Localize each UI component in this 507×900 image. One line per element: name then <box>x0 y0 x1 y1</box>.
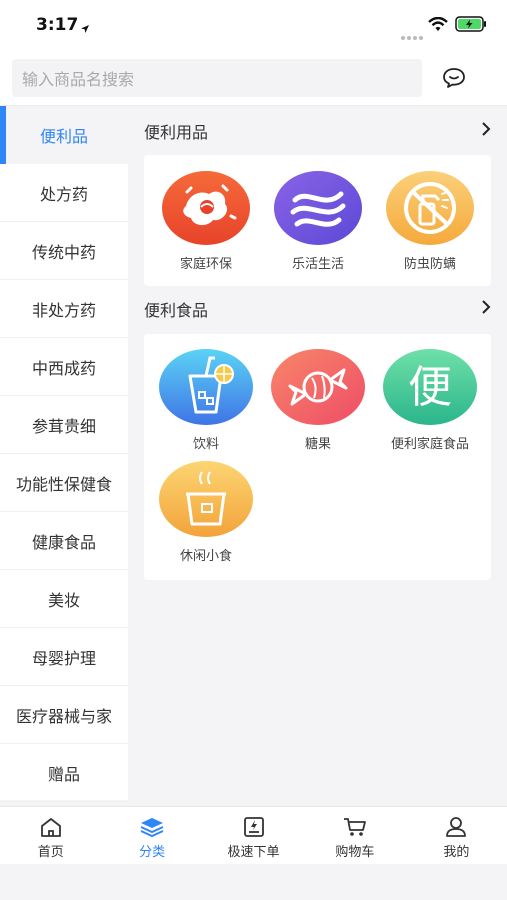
tile-label: 饮料 <box>192 437 219 452</box>
bottom-tab-bar: 首页 分类 极速下单 购物车 我的 <box>0 806 507 864</box>
category-stack-icon <box>140 818 164 838</box>
category-sidebar: 便利品 处方药 传统中药 非处方药 中西成药 参茸贵细 功能性保健食 健康食品 … <box>0 106 128 802</box>
sidebar-item-patent-medicine[interactable]: 中西成药 <box>0 338 128 396</box>
sidebar-item-health-food[interactable]: 健康食品 <box>0 512 128 570</box>
candy-icon <box>271 349 365 425</box>
tab-label: 分类 <box>139 845 166 860</box>
tab-home[interactable]: 首页 <box>0 807 101 864</box>
convenience-char-icon: 便 <box>383 349 477 425</box>
battery-charging-icon <box>455 16 487 36</box>
tile-drinks[interactable]: 饮料 <box>150 348 262 452</box>
tile-label: 家庭环保 <box>179 257 232 272</box>
signal-dots-icon <box>400 26 424 45</box>
sidebar-item-ginseng-velvet[interactable]: 参茸贵细 <box>0 396 128 454</box>
sidebar-item-beauty[interactable]: 美妆 <box>0 570 128 628</box>
wifi-icon <box>428 16 448 36</box>
section-title: 便利食品 <box>144 301 209 320</box>
section-header-convenience-food[interactable]: 便利食品 <box>144 294 491 324</box>
section-card-convenience-goods: 家庭环保 乐活生活 防虫防螨 <box>144 155 491 286</box>
home-icon <box>40 818 61 837</box>
profile-icon <box>446 817 467 837</box>
sidebar-item-label: 处方药 <box>39 184 88 204</box>
sidebar-item-functional-health-food[interactable]: 功能性保健食 <box>0 454 128 512</box>
tile-label: 乐活生活 <box>291 257 344 272</box>
tab-label: 极速下单 <box>227 845 280 860</box>
tile-label: 便利家庭食品 <box>390 437 469 452</box>
sidebar-item-label: 功能性保健食 <box>15 474 112 494</box>
search-input[interactable]: 输入商品名搜索 <box>12 59 422 97</box>
chevron-right-icon <box>481 121 491 141</box>
status-bar: 3:17 <box>0 0 507 50</box>
tile-candy[interactable]: 糖果 <box>262 348 374 452</box>
section-header-convenience-goods[interactable]: 便利用品 <box>144 116 491 146</box>
section-title: 便利用品 <box>144 123 209 142</box>
location-arrow-icon <box>80 19 90 38</box>
sidebar-item-prescription[interactable]: 处方药 <box>0 164 128 222</box>
sidebar-item-convenience[interactable]: 便利品 <box>0 106 128 164</box>
sidebar-item-maternal-infant[interactable]: 母婴护理 <box>0 628 128 686</box>
tile-lohas-life[interactable]: 乐活生活 <box>262 170 374 272</box>
sidebar-item-label: 参茸贵细 <box>31 416 96 436</box>
tile-insect-mite[interactable]: 防虫防螨 <box>374 170 486 272</box>
tab-cart[interactable]: 购物车 <box>304 807 405 864</box>
sidebar-item-gifts[interactable]: 赠品 <box>0 744 128 802</box>
sidebar-item-label: 母婴护理 <box>31 648 96 668</box>
sidebar-item-label: 美妆 <box>47 590 80 610</box>
tab-label: 购物车 <box>335 845 375 860</box>
drink-icon <box>159 349 253 425</box>
tab-quick-order[interactable]: 极速下单 <box>203 807 304 864</box>
snack-cup-icon <box>159 461 253 537</box>
glyph-text: 便 <box>408 362 452 413</box>
quick-order-icon <box>243 817 264 837</box>
tile-convenience-family-food[interactable]: 便 便利家庭食品 <box>374 348 486 452</box>
sidebar-item-label: 健康食品 <box>31 532 96 552</box>
sidebar-item-label: 中西成药 <box>31 358 96 378</box>
sidebar-item-otc[interactable]: 非处方药 <box>0 280 128 338</box>
search-placeholder: 输入商品名搜索 <box>22 70 135 89</box>
tab-profile[interactable]: 我的 <box>406 807 507 864</box>
home-indicator-area <box>0 864 507 900</box>
tile-label: 防虫防螨 <box>403 257 456 272</box>
tab-category[interactable]: 分类 <box>101 807 202 864</box>
sidebar-item-label: 传统中药 <box>31 242 96 262</box>
lohas-life-icon <box>274 171 362 245</box>
category-content: 便利用品 家庭环保 乐活生活 防虫防螨 便利食品 饮料 糖果 便 便利家庭食品 … <box>128 106 507 800</box>
search-bar: 输入商品名搜索 <box>0 50 507 106</box>
cart-icon <box>343 818 366 836</box>
section-card-convenience-food: 饮料 糖果 便 便利家庭食品 休闲小食 <box>144 334 491 580</box>
status-time: 3:17 <box>36 15 79 35</box>
insect-mite-spray-icon <box>386 171 474 245</box>
chevron-right-icon <box>481 299 491 319</box>
tile-label: 糖果 <box>304 437 331 452</box>
sidebar-item-label: 便利品 <box>39 126 88 146</box>
tile-household-eco[interactable]: 家庭环保 <box>150 170 262 272</box>
tab-label: 首页 <box>37 845 64 860</box>
tab-label: 我的 <box>443 845 470 860</box>
sidebar-item-label: 医疗器械与家 <box>15 706 112 726</box>
sidebar-item-label: 非处方药 <box>31 300 96 320</box>
sidebar-item-traditional-chinese-medicine[interactable]: 传统中药 <box>0 222 128 280</box>
message-bubble-icon[interactable] <box>441 66 467 94</box>
sidebar-item-label: 赠品 <box>47 764 80 784</box>
household-eco-icon <box>162 171 250 245</box>
sidebar-item-medical-devices[interactable]: 医疗器械与家 <box>0 686 128 744</box>
tile-label: 休闲小食 <box>179 549 232 564</box>
tile-snacks[interactable]: 休闲小食 <box>150 460 262 564</box>
